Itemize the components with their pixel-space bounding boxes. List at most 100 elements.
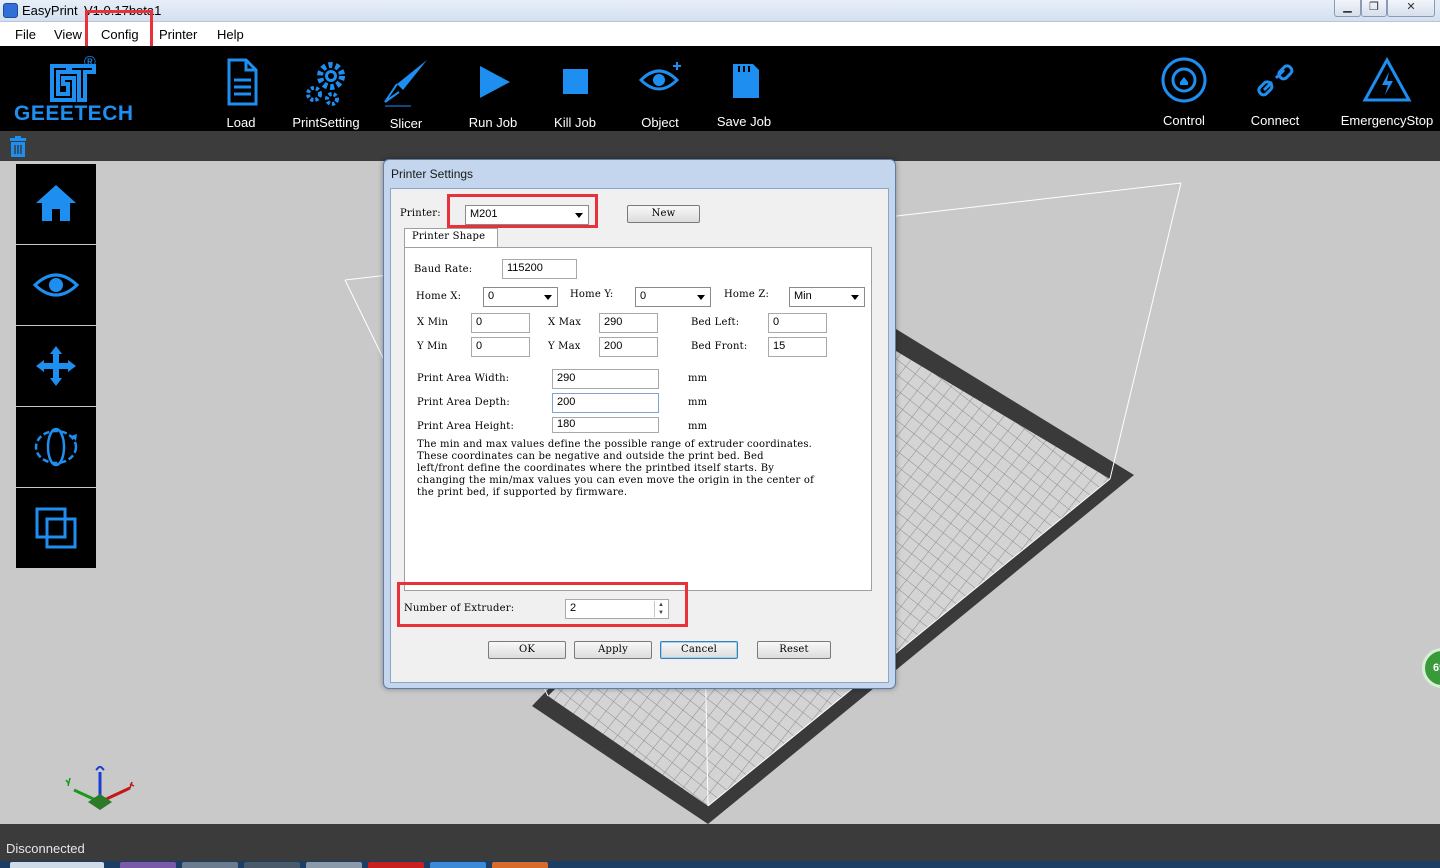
print-area-width-input[interactable]: 290 [552, 369, 659, 389]
trash-icon[interactable] [9, 136, 27, 157]
x-min-label: X Min [417, 317, 449, 328]
bed-front-input[interactable]: 15 [768, 337, 827, 357]
taskbar-app-5[interactable] [368, 862, 424, 868]
printer-label: Printer: [400, 208, 441, 219]
minimize-button[interactable]: ▁ [1334, 0, 1361, 17]
run-job-button[interactable]: Run Job [463, 46, 523, 131]
view-move-button[interactable] [16, 326, 96, 406]
extruder-count-label: Number of Extruder: [404, 603, 515, 614]
x-min-input[interactable]: 0 [471, 313, 530, 333]
save-job-button[interactable]: Save Job [714, 46, 774, 131]
home-y-select[interactable]: 0 [635, 287, 711, 307]
print-area-depth-input[interactable]: 200 [552, 393, 659, 413]
run-job-label: Run Job [468, 115, 518, 130]
menu-config[interactable]: Config [101, 27, 139, 42]
menu-printer[interactable]: Printer [159, 27, 197, 42]
taskbar-app-7[interactable] [492, 862, 548, 868]
y-min-label: Y Min [417, 341, 448, 352]
home-x-label: Home X: [416, 291, 462, 302]
chevron-down-icon [575, 213, 583, 218]
y-min-input[interactable]: 0 [471, 337, 530, 357]
axis-gizmo-icon [65, 766, 135, 810]
view-copy-button[interactable] [16, 488, 96, 568]
chevron-down-icon [851, 295, 859, 300]
warning-bolt-icon [1362, 56, 1412, 102]
print-area-height-label: Print Area Height: [417, 421, 515, 432]
printer-shape-panel: Baud Rate: 115200 Home X: 0 Home Y: 0 Ho… [404, 247, 872, 591]
printer-select-value: M201 [470, 208, 498, 220]
maximize-button[interactable]: ❐ [1361, 0, 1387, 17]
new-printer-button[interactable]: New [627, 205, 700, 223]
connect-button[interactable]: Connect [1235, 46, 1315, 131]
kill-job-button[interactable]: Kill Job [545, 46, 605, 131]
knife-icon [384, 60, 427, 107]
dialog-title: Printer Settings [391, 167, 474, 181]
printer-select[interactable]: M201 [465, 205, 589, 225]
home-z-select[interactable]: Min [789, 287, 865, 307]
save-job-label: Save Job [716, 114, 772, 129]
emergency-stop-button[interactable]: EmergencyStop [1338, 46, 1436, 131]
status-bar: Disconnected [0, 824, 1440, 861]
rotate-icon [34, 427, 78, 467]
app-name: EasyPrint [22, 3, 78, 18]
baud-rate-input[interactable]: 115200 [502, 259, 577, 279]
taskbar-app-4[interactable] [306, 862, 362, 868]
taskbar-app-3[interactable] [244, 862, 300, 868]
logo-wordmark: GEEETECH [14, 102, 134, 125]
home-x-value: 0 [488, 290, 495, 302]
print-setting-button[interactable]: PrintSetting [286, 46, 366, 131]
y-max-input[interactable]: 200 [599, 337, 658, 357]
menu-view[interactable]: View [54, 27, 82, 42]
control-button[interactable]: Control [1144, 46, 1224, 131]
load-button[interactable]: Load [211, 46, 271, 131]
bed-left-label: Bed Left: [691, 317, 740, 328]
control-label: Control [1163, 113, 1205, 128]
home-icon [36, 185, 76, 221]
taskbar-app-6[interactable] [430, 862, 486, 868]
shape-description: The min and max values define the possib… [417, 439, 814, 498]
view-rotate-button[interactable] [16, 407, 96, 487]
registered-mark: ® [84, 54, 96, 71]
apply-button[interactable]: Apply [574, 641, 652, 659]
print-area-depth-label: Print Area Depth: [417, 397, 510, 408]
bed-left-input[interactable]: 0 [768, 313, 827, 333]
menu-file[interactable]: File [15, 27, 36, 42]
view-home-button[interactable] [16, 164, 96, 244]
menu-help[interactable]: Help [217, 27, 244, 42]
taskbar-start[interactable] [10, 862, 104, 868]
cancel-button[interactable]: Cancel [660, 641, 738, 659]
taskbar-app-2[interactable] [182, 862, 238, 868]
x-max-input[interactable]: 290 [599, 313, 658, 333]
home-z-label: Home Z: [724, 289, 770, 300]
slicer-button[interactable]: Slicer [376, 46, 436, 131]
stepper-down-icon[interactable]: ▼ [655, 609, 667, 617]
home-y-value: 0 [640, 290, 647, 302]
sd-card-icon [733, 64, 759, 98]
stepper-arrows[interactable]: ▲ ▼ [654, 601, 667, 617]
extruder-count-value: 2 [570, 602, 577, 614]
stepper-up-icon[interactable]: ▲ [655, 601, 667, 609]
slicer-label: Slicer [389, 116, 423, 131]
taskbar-app-1[interactable] [120, 862, 176, 868]
reset-button[interactable]: Reset [757, 641, 831, 659]
main-toolbar: ® GEEETECH Load PrintSetting Slicer Run … [0, 46, 1440, 131]
extruder-count-stepper[interactable]: 2 ▲ ▼ [565, 599, 669, 619]
link-icon [1257, 64, 1294, 97]
stop-icon [563, 69, 588, 94]
object-label: Object [641, 115, 679, 130]
home-x-select[interactable]: 0 [483, 287, 558, 307]
connect-label: Connect [1250, 113, 1300, 128]
tab-printer-shape[interactable]: Printer Shape [404, 228, 498, 248]
baud-rate-label: Baud Rate: [414, 264, 473, 275]
view-eye-button[interactable] [16, 245, 96, 325]
ok-button[interactable]: OK [488, 641, 566, 659]
width-unit: mm [688, 373, 708, 384]
object-button[interactable]: Object [630, 46, 690, 131]
control-dial-icon [1161, 57, 1207, 103]
title-bar: EasyPrint V1.0.17beta1 ▁ ❐ ✕ [0, 0, 1440, 22]
eye-plus-icon [638, 62, 681, 91]
gears-icon [306, 62, 345, 106]
print-area-height-input[interactable]: 180 [552, 417, 659, 433]
close-button[interactable]: ✕ [1387, 0, 1435, 17]
app-version: V1.0.17beta1 [84, 3, 162, 18]
